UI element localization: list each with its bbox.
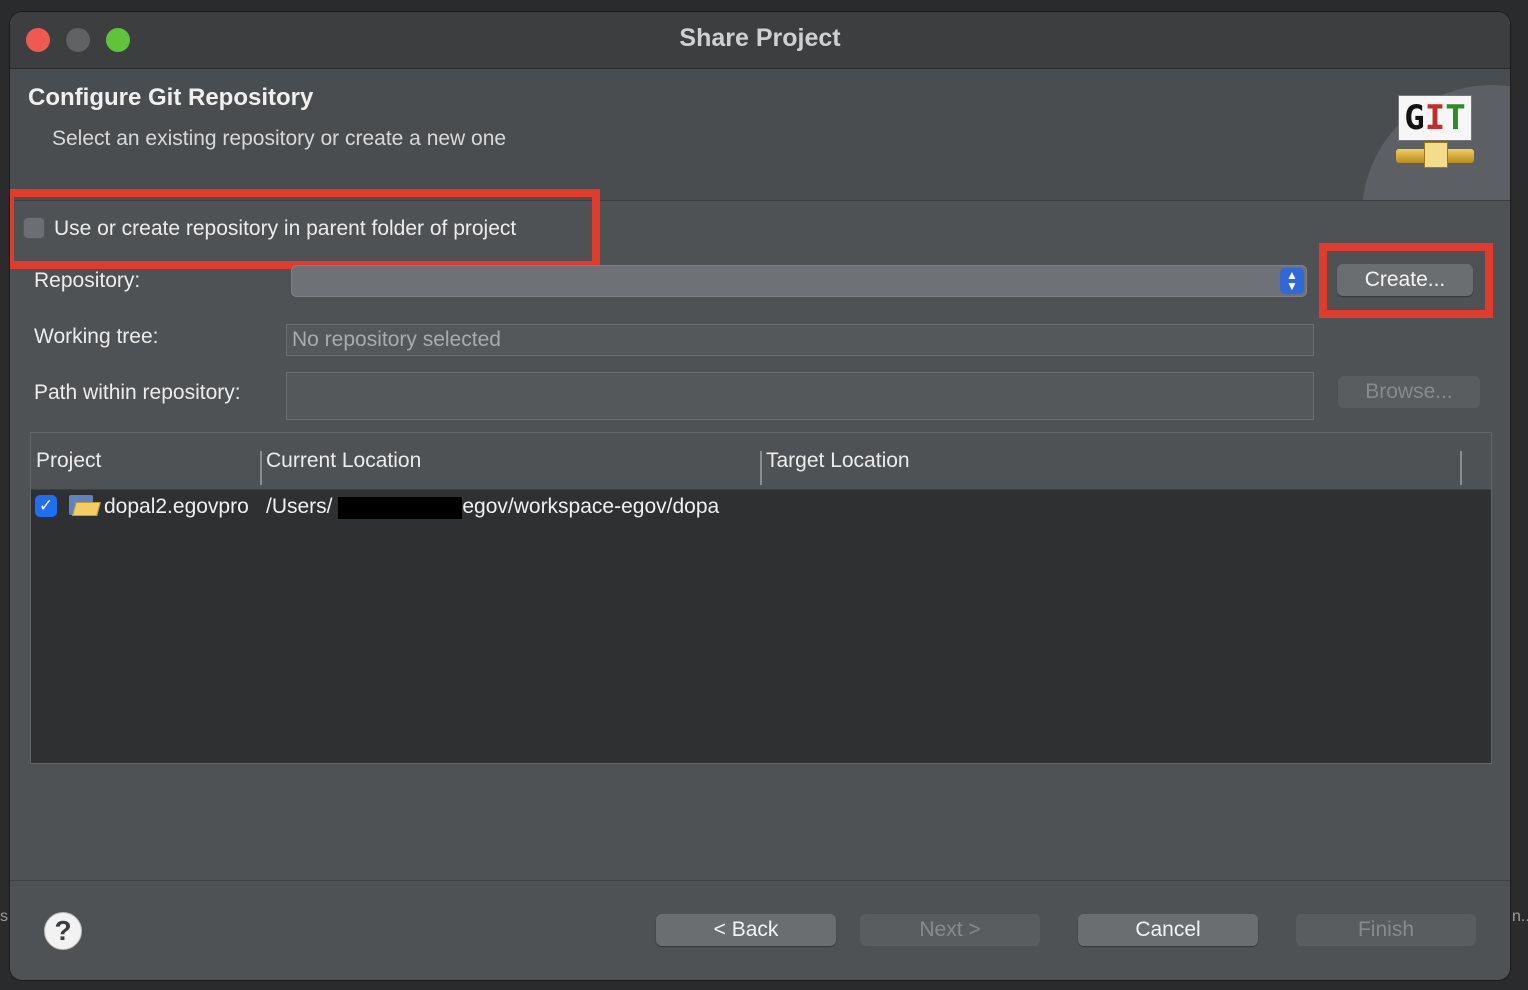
- column-header-target-location[interactable]: Target Location: [766, 449, 910, 473]
- window-title: Share Project: [679, 24, 841, 52]
- git-logo-icon: GIT: [1396, 95, 1476, 175]
- finish-button[interactable]: Finish: [1296, 914, 1476, 946]
- cancel-button[interactable]: Cancel: [1078, 914, 1258, 946]
- back-button[interactable]: < Back: [656, 914, 836, 946]
- highlight-box-parent-folder: [10, 189, 600, 269]
- wizard-banner: Configure Git Repository Select an exist…: [10, 69, 1510, 201]
- share-project-dialog: Share Project Configure Git Repository S…: [10, 12, 1510, 980]
- column-header-current-location[interactable]: Current Location: [266, 449, 421, 473]
- help-icon[interactable]: ?: [44, 912, 82, 950]
- project-row-checkbox[interactable]: ✓: [35, 495, 57, 517]
- background-edge-text-left: s: [0, 908, 8, 925]
- working-tree-field: No repository selected: [286, 324, 1314, 356]
- redacted-username: [338, 497, 462, 519]
- table-row[interactable]: ✓ dopal2.egovpro /Users//egov/workspace-…: [31, 489, 1491, 525]
- table-header: Project Current Location Target Location: [31, 433, 1491, 490]
- repository-label: Repository:: [34, 269, 141, 292]
- page-description: Select an existing repository or create …: [52, 127, 507, 150]
- project-name-cell: dopal2.egovpro: [104, 495, 249, 518]
- chevron-up-down-icon: ▲ ▼: [1280, 268, 1304, 294]
- browse-button[interactable]: Browse...: [1338, 376, 1480, 408]
- background-edge-text-right: n...: [1512, 908, 1528, 925]
- repository-select[interactable]: ▲ ▼: [291, 265, 1307, 297]
- column-header-project[interactable]: Project: [36, 449, 101, 473]
- page-title: Configure Git Repository: [28, 84, 314, 111]
- title-bar: Share Project: [10, 12, 1510, 69]
- footer-divider: [10, 880, 1510, 881]
- path-within-repository-label: Path within repository:: [34, 381, 241, 404]
- project-folder-icon: [69, 493, 101, 517]
- next-button[interactable]: Next >: [860, 914, 1040, 946]
- working-tree-label: Working tree:: [34, 325, 159, 348]
- highlight-box-create: [1319, 243, 1493, 318]
- path-within-repository-field[interactable]: [286, 372, 1314, 420]
- projects-table: Project Current Location Target Location…: [30, 432, 1492, 764]
